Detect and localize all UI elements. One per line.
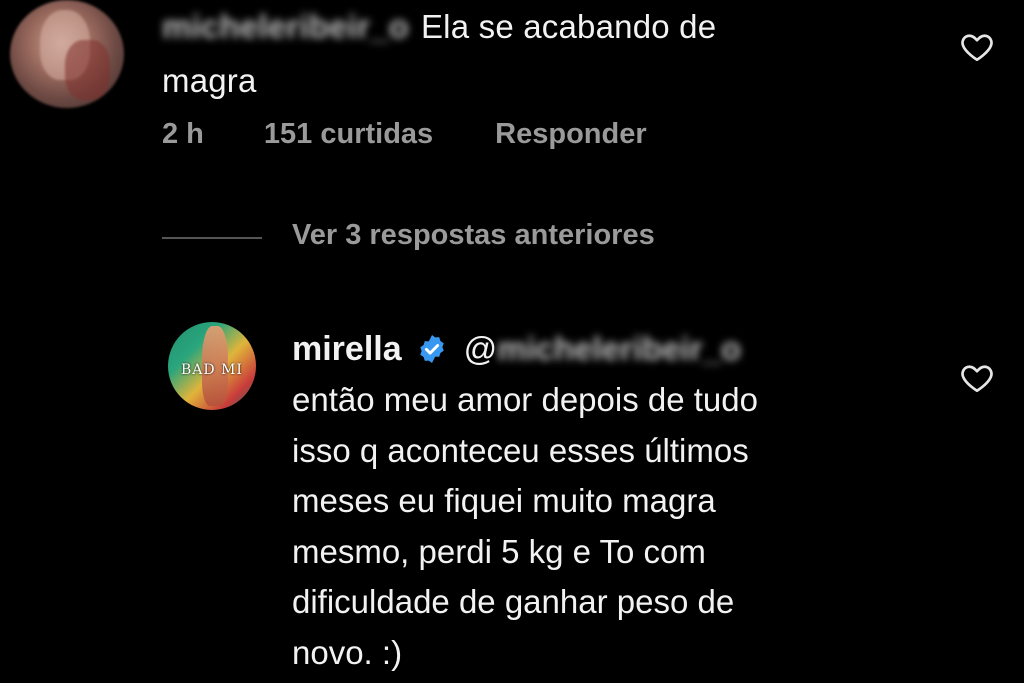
- reply-header: mirella @micheleribeir_o: [292, 322, 741, 376]
- comment-text-line2: magra: [162, 62, 257, 99]
- reply-text-line: mesmo, perdi 5 kg e To com: [292, 532, 706, 570]
- comment-likes[interactable]: 151 curtidas: [264, 118, 433, 151]
- mention-username[interactable]: micheleribeir_o: [497, 330, 741, 368]
- mention-at: @: [463, 330, 498, 367]
- comment-text: micheleribeir_o Ela se acabando de magra: [162, 0, 922, 108]
- comment-text-line1: Ela se acabando de: [420, 8, 717, 45]
- reply-text-line: então meu amor depois de tudo: [292, 381, 758, 418]
- reply-button[interactable]: Responder: [495, 118, 646, 151]
- replies-divider: [162, 237, 262, 239]
- comment-meta: 2 h 151 curtidas Responder: [162, 114, 647, 154]
- commenter-username[interactable]: micheleribeir_o: [162, 0, 409, 54]
- reply-text: então meu amor depois de tudo isso q aco…: [292, 375, 922, 678]
- reply-text-line: meses eu fiquei muito magra: [292, 482, 716, 519]
- commenter-avatar[interactable]: [10, 0, 124, 108]
- avatar-logo-text: BAD MI: [181, 362, 243, 378]
- view-previous-replies-button[interactable]: Ver 3 respostas anteriores: [292, 219, 655, 252]
- reply-text-line: novo. :): [292, 633, 403, 671]
- reply-text-line: isso q aconteceu esses últimos: [292, 431, 749, 469]
- mention[interactable]: @micheleribeir_o: [464, 330, 741, 368]
- reply-text-line: dificuldade de ganhar peso de: [292, 583, 735, 620]
- heart-outline-icon[interactable]: [959, 360, 995, 396]
- verified-badge-icon: [416, 333, 448, 365]
- heart-outline-icon[interactable]: [959, 29, 995, 65]
- reply-avatar[interactable]: BAD MI: [168, 322, 256, 410]
- reply-username[interactable]: mirella: [292, 330, 402, 369]
- comment-time: 2 h: [162, 117, 204, 150]
